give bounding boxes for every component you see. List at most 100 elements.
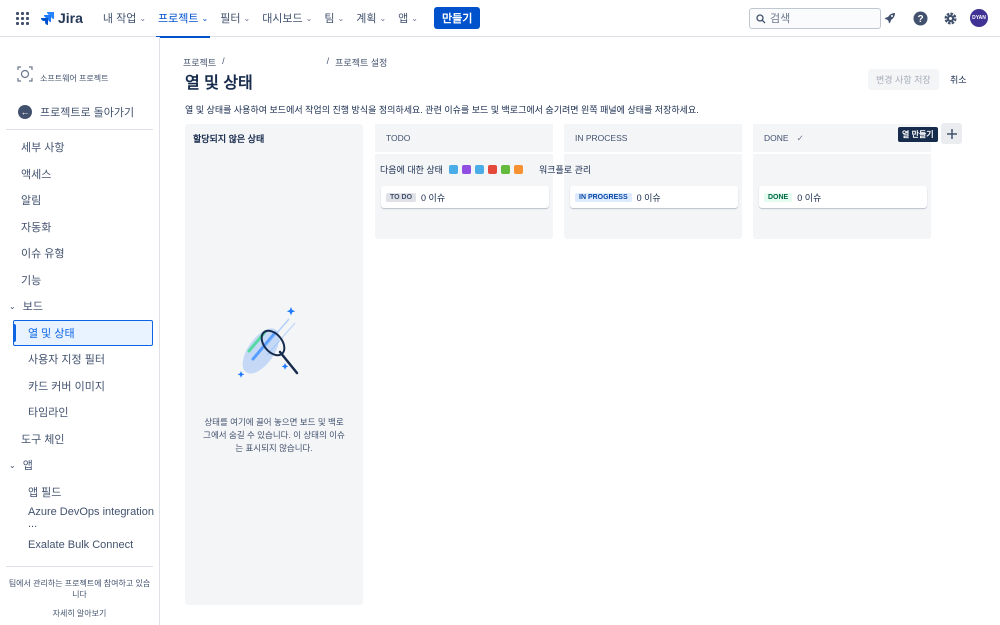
nav-teams[interactable]: 팀 ⌄ [318, 0, 350, 37]
sidebar-item-timeline[interactable]: 타임라인 [0, 399, 159, 426]
sidebar-item-access[interactable]: 액세스 [0, 161, 159, 188]
search-icon [756, 13, 766, 23]
sidebar-item-issue-types[interactable]: 이슈 유형 [0, 240, 159, 267]
sidebar-item-automation[interactable]: 자동화 [0, 214, 159, 241]
chevron-down-icon: ⌄ [9, 460, 16, 470]
search-input[interactable] [770, 12, 870, 25]
issue-count: 0 이슈 [421, 192, 446, 203]
top-icons: ? DYAN [880, 8, 988, 28]
empty-state-illustration [237, 307, 299, 378]
nav-label: 필터 [220, 13, 241, 25]
add-column-button[interactable] [941, 123, 962, 144]
save-changes-button[interactable]: 변경 사항 저장 [868, 69, 939, 90]
sidebar-item-features[interactable]: 기능 [0, 267, 159, 294]
sidebar-item-details[interactable]: 세부 사항 [0, 134, 159, 161]
create-column-tooltip: 열 만들기 [898, 127, 938, 142]
status-lozenge: IN PROGRESS [575, 192, 632, 202]
nav-label: 대시보드 [262, 13, 303, 25]
nav-label: 팀 [324, 13, 335, 25]
plus-icon [946, 128, 957, 139]
task-icon [448, 165, 458, 174]
team-managed-notice: 팀에서 관리하는 프로젝트에 참여하고 있습니다 [8, 579, 151, 599]
column-name: IN PROCESS [575, 133, 628, 143]
sidebar-item-columns-statuses[interactable]: 열 및 상태 [13, 319, 153, 346]
sidebar-item-toolchain[interactable]: 도구 체인 [0, 426, 159, 453]
workflow-label: 다음에 대한 상태 [380, 165, 443, 175]
jira-logo[interactable]: Jira [40, 10, 83, 26]
nav-plans[interactable]: 계획 ⌄ [350, 0, 392, 37]
status-card-todo[interactable]: TO DO 0 이슈 [381, 186, 549, 208]
page-title: 열 및 상태 [185, 75, 253, 92]
chevron-down-icon: ⌄ [379, 13, 387, 23]
issue-count: 0 이슈 [636, 192, 661, 203]
group-label: 보드 [22, 301, 43, 314]
breadcrumb: 프로젝트 / / 프로젝트 설정 [183, 56, 387, 69]
column-name: DONE [764, 133, 789, 143]
nav-apps[interactable]: 앱 ⌄ [392, 0, 424, 37]
unassigned-message: 상태를 여기에 끌어 놓으면 보드 및 백로그에서 숨길 수 있습니다. 이 상… [203, 417, 345, 453]
project-header: 소프트웨어 프로젝트 [0, 37, 159, 85]
jira-logo-icon [41, 12, 54, 25]
sidebar-item-notifications[interactable]: 알림 [0, 187, 159, 214]
sidebar: 소프트웨어 프로젝트 ← 프로젝트로 돌아가기 세부 사항 액세스 알림 자동화… [0, 37, 160, 625]
column-header[interactable]: TODO [375, 124, 553, 154]
breadcrumb-projects[interactable]: 프로젝트 [183, 56, 216, 69]
cancel-button[interactable]: 취소 [944, 69, 973, 90]
project-avatar-icon [17, 66, 33, 82]
nav-dashboards[interactable]: 대시보드 ⌄ [256, 0, 318, 37]
status-lozenge: TO DO [386, 192, 417, 202]
column-name: TODO [386, 133, 411, 143]
search-box[interactable] [749, 8, 881, 29]
nav-filters[interactable]: 필터 ⌄ [214, 0, 256, 37]
settings-gear-icon[interactable] [940, 8, 960, 28]
help-icon[interactable]: ? [910, 8, 930, 28]
sidebar-item-card-cover-images[interactable]: 카드 커버 이미지 [0, 373, 159, 400]
unassigned-statuses-panel[interactable]: 할당되지 않은 상태 상태를 여기에 끌어 놓으면 보드 및 백로그에서 숨길 … [185, 124, 363, 605]
group-label: 앱 [22, 460, 33, 473]
sidebar-item-exalate[interactable]: Exalate Bulk Connect [0, 532, 159, 559]
board-column-todo[interactable]: TODO TO DO 0 이슈 [375, 124, 553, 239]
nav-label: 계획 [356, 13, 377, 25]
issue-type-icons [448, 165, 523, 174]
breadcrumb-project-settings[interactable]: 프로젝트 설정 [335, 56, 387, 69]
unassigned-title: 할당되지 않은 상태 [193, 134, 265, 144]
nav-my-work[interactable]: 내 작업 ⌄ [97, 0, 152, 37]
breadcrumb-project-name[interactable] [231, 56, 321, 69]
chevron-down-icon: ⌄ [9, 301, 16, 311]
sidebar-footer: 팀에서 관리하는 프로젝트에 참여하고 있습니다 자세히 알아보기 [6, 566, 153, 619]
column-header[interactable]: IN PROCESS [564, 124, 742, 154]
breadcrumb-separator: / [326, 56, 330, 66]
sidebar-item-custom-filters[interactable]: 사용자 지정 필터 [0, 346, 159, 373]
sidebar-item-app-fields[interactable]: 앱 필드 [0, 479, 159, 506]
epic-icon [461, 165, 471, 174]
arrow-left-icon: ← [18, 105, 32, 119]
chevron-down-icon: ⌄ [139, 13, 147, 23]
breadcrumb-separator: / [222, 56, 225, 66]
nav-label: 앱 [398, 13, 409, 25]
app-switcher-icon[interactable] [14, 10, 30, 26]
sidebar-group-board[interactable]: ⌄ 보드 [0, 293, 159, 320]
chevron-down-icon: ⌄ [305, 13, 313, 23]
sidebar-divider [6, 129, 153, 130]
story-icon [500, 165, 510, 174]
back-to-project-link[interactable]: ← 프로젝트로 돌아가기 [18, 103, 159, 121]
create-button[interactable]: 만들기 [433, 7, 481, 29]
manage-workflow-link[interactable]: 워크플로 관리 [539, 163, 591, 176]
status-card-done[interactable]: DONE 0 이슈 [759, 186, 927, 208]
bug-icon [487, 165, 497, 174]
notifications-rocket-icon[interactable] [880, 8, 900, 28]
workflow-row: 다음에 대한 상태 워크플로 관리 [380, 163, 591, 176]
learn-more-link[interactable]: 자세히 알아보기 [6, 608, 153, 619]
sidebar-group-apps[interactable]: ⌄ 앱 [0, 452, 159, 479]
status-card-in-progress[interactable]: IN PROGRESS 0 이슈 [570, 186, 738, 208]
project-type: 소프트웨어 프로젝트 [40, 73, 109, 83]
user-avatar[interactable]: DYAN [970, 9, 988, 27]
board-column-in-process[interactable]: IN PROCESS IN PROGRESS 0 이슈 [564, 124, 742, 239]
chevron-down-icon: ⌄ [411, 13, 418, 23]
app-name: Jira [58, 10, 83, 26]
nav-label: 프로젝트 [158, 13, 199, 25]
sidebar-item-azure-devops[interactable]: Azure DevOps integration ... [0, 505, 159, 532]
svg-text:?: ? [917, 14, 923, 25]
nav-projects[interactable]: 프로젝트 ⌄ [152, 0, 214, 38]
chevron-down-icon: ⌄ [201, 13, 209, 23]
